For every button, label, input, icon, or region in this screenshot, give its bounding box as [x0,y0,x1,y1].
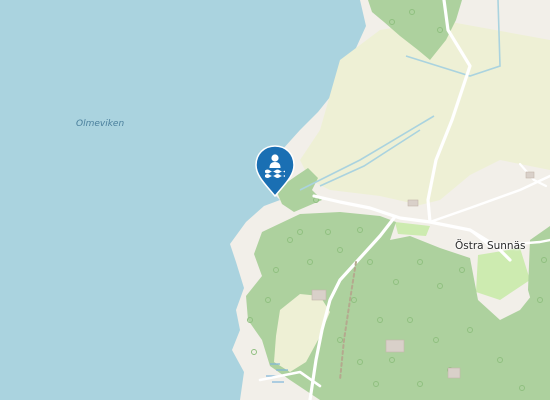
water-body-label: Olmeviken [76,119,125,129]
map-view[interactable]: Olmeviken Östra Sunnäs [0,0,550,400]
map-canvas [0,0,550,400]
beach-marker[interactable] [254,145,296,198]
map-pin-icon [255,145,295,198]
locality-label: Östra Sunnäs [455,240,526,252]
